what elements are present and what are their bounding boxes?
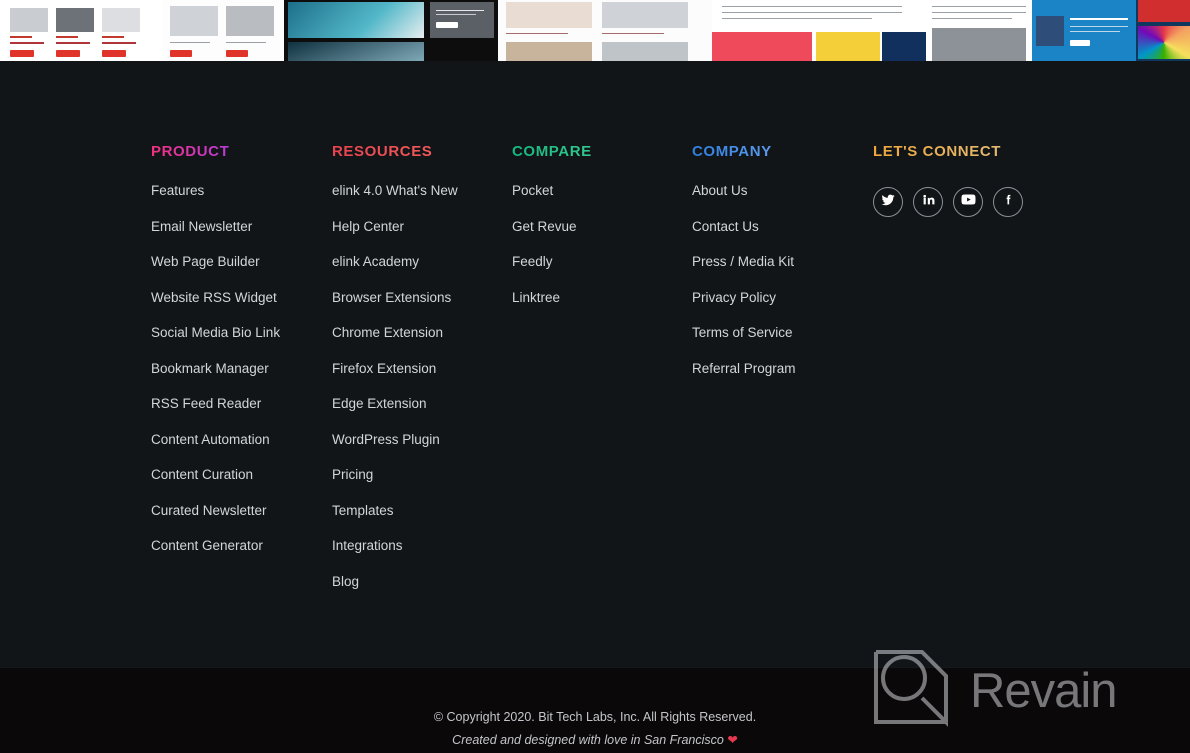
footer-link-chrome-extension[interactable]: Chrome Extension: [332, 326, 512, 340]
footer-column-resources: RESOURCES elink 4.0 What's New Help Cent…: [332, 143, 512, 610]
column-heading-compare: COMPARE: [512, 143, 592, 160]
revain-watermark: Revain: [870, 648, 1118, 733]
template-thumbnail-strip[interactable]: [0, 0, 1190, 61]
template-thumb-blue-feature[interactable]: [1032, 0, 1136, 61]
footer-link-content-generator[interactable]: Content Generator: [151, 539, 332, 553]
footer-link-curated-newsletter[interactable]: Curated Newsletter: [151, 503, 332, 518]
column-heading-resources: RESOURCES: [332, 143, 433, 160]
footer-link-email-newsletter[interactable]: Email Newsletter: [151, 219, 332, 234]
footer-link-help-center[interactable]: Help Center: [332, 219, 512, 234]
tagline-text: Created and designed with love in San Fr…: [0, 732, 1190, 747]
social-link-linkedin[interactable]: [913, 187, 943, 217]
heart-icon: ❤: [727, 733, 738, 747]
footer-column-connect: LET'S CONNECT: [873, 143, 1073, 610]
footer-link-about-us[interactable]: About Us: [692, 184, 873, 198]
twitter-icon: [881, 193, 895, 212]
footer-link-feedly[interactable]: Feedly: [512, 255, 692, 269]
column-heading-connect: LET'S CONNECT: [873, 143, 1002, 160]
column-heading-product: PRODUCT: [151, 143, 230, 160]
footer-link-edge-extension[interactable]: Edge Extension: [332, 397, 512, 411]
revain-logo-icon: [870, 648, 952, 733]
footer-link-browser-extensions[interactable]: Browser Extensions: [332, 290, 512, 305]
footer-link-elink-whats-new[interactable]: elink 4.0 What's New: [332, 184, 512, 198]
footer-link-content-automation[interactable]: Content Automation: [151, 432, 332, 447]
social-link-facebook[interactable]: [993, 187, 1023, 217]
footer-link-press-media-kit[interactable]: Press / Media Kit: [692, 255, 873, 269]
template-thumb-chapter-list[interactable]: [498, 0, 712, 61]
footer-link-social-media-bio-link[interactable]: Social Media Bio Link: [151, 326, 332, 340]
footer-link-firefox-extension[interactable]: Firefox Extension: [332, 361, 512, 376]
footer-link-bookmark-manager[interactable]: Bookmark Manager: [151, 361, 332, 376]
template-thumb-illustration[interactable]: [712, 0, 926, 61]
tagline-label: Created and designed with love in San Fr…: [452, 733, 728, 747]
footer-link-website-rss-widget[interactable]: Website RSS Widget: [151, 290, 332, 305]
footer-column-compare: COMPARE Pocket Get Revue Feedly Linktree: [512, 143, 692, 610]
footer-link-rss-feed-reader[interactable]: RSS Feed Reader: [151, 397, 332, 411]
social-links: [873, 187, 1073, 217]
footer-link-integrations[interactable]: Integrations: [332, 539, 512, 553]
linkedin-icon: [922, 193, 935, 211]
facebook-icon: [1002, 193, 1015, 211]
column-heading-company: COMPANY: [692, 143, 772, 160]
template-thumb-article-cards[interactable]: [162, 0, 284, 61]
footer-link-elink-academy[interactable]: elink Academy: [332, 255, 512, 269]
footer-link-content-curation[interactable]: Content Curation: [151, 468, 332, 482]
footer-link-web-page-builder[interactable]: Web Page Builder: [151, 255, 332, 269]
footer-link-pricing[interactable]: Pricing: [332, 468, 512, 482]
footer-link-get-revue[interactable]: Get Revue: [512, 219, 692, 234]
footer-link-features[interactable]: Features: [151, 184, 332, 198]
footer-link-linktree[interactable]: Linktree: [512, 290, 692, 305]
template-thumb-news-grid[interactable]: [0, 0, 162, 61]
footer-column-company: COMPANY About Us Contact Us Press / Medi…: [692, 143, 873, 610]
footer-column-product: PRODUCT Features Email Newsletter Web Pa…: [151, 143, 332, 610]
footer-link-contact-us[interactable]: Contact Us: [692, 219, 873, 234]
footer-link-columns: PRODUCT Features Email Newsletter Web Pa…: [151, 143, 1073, 610]
social-link-twitter[interactable]: [873, 187, 903, 217]
footer-link-wordpress-plugin[interactable]: WordPress Plugin: [332, 432, 512, 447]
footer-link-pocket[interactable]: Pocket: [512, 184, 692, 198]
footer: PRODUCT Features Email Newsletter Web Pa…: [0, 61, 1190, 667]
footer-link-templates[interactable]: Templates: [332, 503, 512, 518]
template-thumb-long-read[interactable]: [926, 0, 1032, 61]
footer-link-referral-program[interactable]: Referral Program: [692, 361, 873, 376]
footer-link-privacy-policy[interactable]: Privacy Policy: [692, 290, 873, 305]
template-thumb-ocean-hero[interactable]: [284, 0, 498, 61]
footer-link-terms-of-service[interactable]: Terms of Service: [692, 326, 873, 340]
social-link-youtube[interactable]: [953, 187, 983, 217]
footer-link-blog[interactable]: Blog: [332, 574, 512, 589]
youtube-icon: [961, 192, 976, 212]
template-thumb-design-colors[interactable]: [1136, 0, 1190, 61]
revain-wordmark: Revain: [970, 663, 1118, 718]
